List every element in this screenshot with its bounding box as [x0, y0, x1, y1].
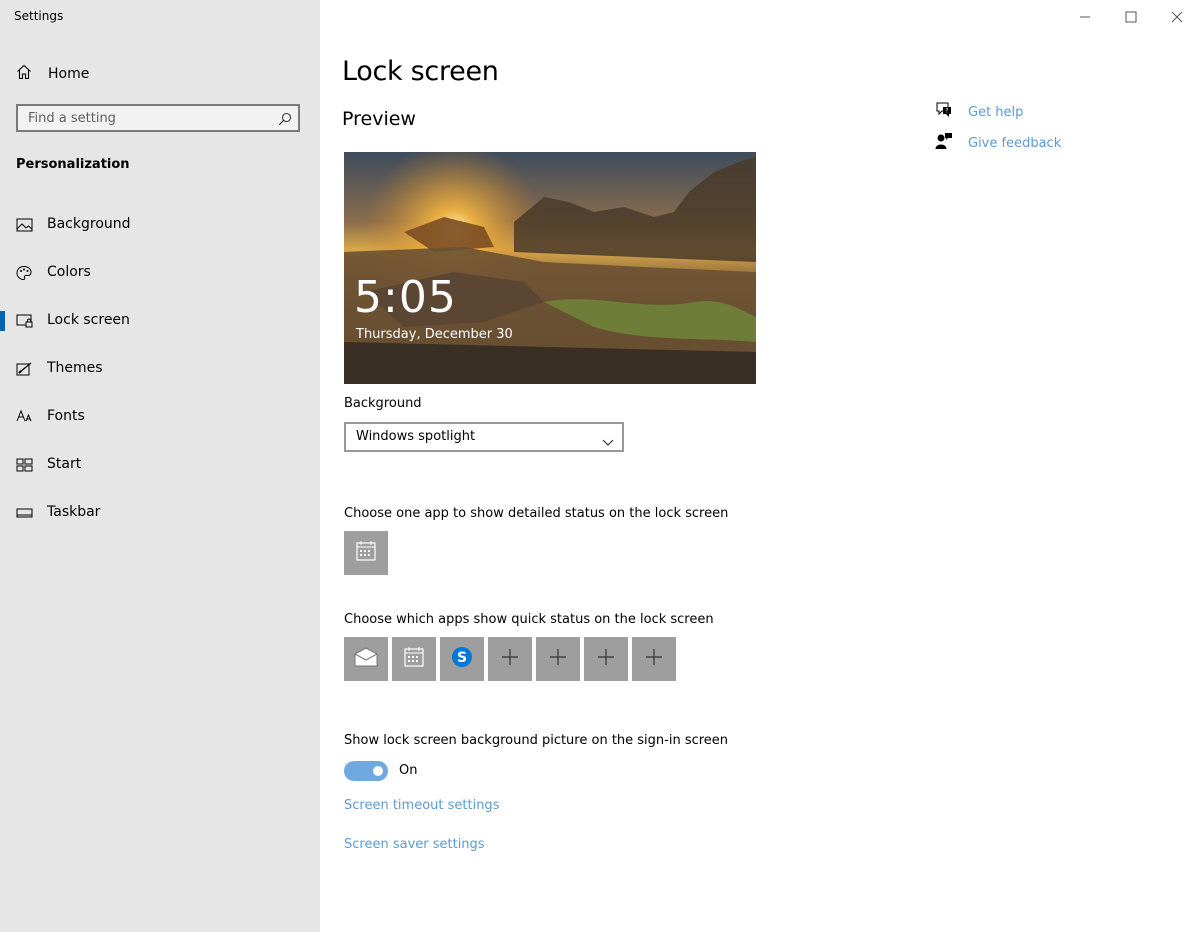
sidebar-item-label: Fonts — [47, 408, 85, 424]
toggle-knob — [373, 766, 383, 776]
search-box[interactable] — [16, 104, 300, 132]
quick-status-add-button[interactable] — [632, 637, 676, 681]
plus-icon — [501, 648, 519, 670]
help-chat-icon: ? — [935, 101, 953, 123]
image-icon — [16, 217, 34, 233]
home-icon — [16, 64, 32, 84]
preview-date: Thursday, December 30 — [356, 327, 513, 342]
preview-heading: Preview — [342, 108, 416, 130]
section-title: Personalization — [16, 157, 130, 172]
sidebar-item-background[interactable]: Background — [0, 205, 320, 245]
background-label: Background — [344, 396, 422, 411]
give-feedback-label: Give feedback — [968, 135, 1062, 151]
quick-status-label: Choose which apps show quick status on t… — [344, 612, 714, 627]
sidebar-item-fonts[interactable]: Fonts — [0, 397, 320, 437]
sidebar-item-label: Colors — [47, 264, 91, 280]
fonts-icon — [16, 409, 34, 425]
sidebar-item-label: Taskbar — [47, 504, 101, 520]
get-help-label: Get help — [968, 104, 1024, 120]
active-indicator — [0, 311, 5, 331]
get-help-link[interactable]: ? Get help — [935, 101, 1023, 123]
taskbar-icon — [16, 505, 34, 521]
palette-icon — [16, 265, 34, 281]
lock-screen-preview: 5:05 Thursday, December 30 — [344, 152, 756, 384]
toggle-state-text: On — [399, 763, 418, 778]
plus-icon — [549, 648, 567, 670]
quick-status-add-button[interactable] — [536, 637, 580, 681]
background-dropdown-value: Windows spotlight — [356, 429, 476, 444]
feedback-icon — [935, 132, 953, 154]
quick-status-app-skype[interactable]: S — [440, 637, 484, 681]
close-icon[interactable] — [1168, 8, 1186, 26]
calendar-icon — [403, 646, 425, 672]
plus-icon — [597, 648, 615, 670]
quick-status-add-button[interactable] — [584, 637, 628, 681]
svg-text:?: ? — [945, 108, 948, 115]
lock-screen-icon — [16, 313, 34, 329]
sidebar-item-taskbar[interactable]: Taskbar — [0, 493, 320, 533]
sidebar-item-label: Background — [47, 216, 131, 232]
landscape-image — [344, 152, 756, 384]
home-nav-item[interactable]: Home — [16, 63, 89, 85]
preview-time: 5:05 — [354, 272, 457, 323]
sidebar-item-label: Themes — [47, 360, 103, 376]
sidebar: Settings Home Personalization Background… — [0, 0, 320, 932]
detailed-status-label: Choose one app to show detailed status o… — [344, 506, 729, 521]
signin-background-label: Show lock screen background picture on t… — [344, 733, 729, 748]
skype-icon: S — [451, 646, 473, 672]
sidebar-item-start[interactable]: Start — [0, 445, 320, 485]
quick-status-add-button[interactable] — [488, 637, 532, 681]
page-title: Lock screen — [342, 56, 499, 87]
sidebar-item-label: Lock screen — [47, 312, 130, 328]
themes-icon — [16, 361, 34, 377]
maximize-icon[interactable] — [1122, 8, 1140, 26]
search-icon[interactable] — [278, 111, 292, 130]
sidebar-item-colors[interactable]: Colors — [0, 253, 320, 293]
chevron-down-icon — [602, 432, 614, 451]
search-input[interactable] — [18, 106, 288, 130]
screen-timeout-link[interactable]: Screen timeout settings — [344, 798, 499, 813]
quick-status-app-mail[interactable] — [344, 637, 388, 681]
start-icon — [16, 457, 34, 473]
quick-status-app-calendar[interactable] — [392, 637, 436, 681]
screen-saver-link[interactable]: Screen saver settings — [344, 837, 485, 852]
signin-background-toggle[interactable] — [344, 761, 388, 781]
home-label: Home — [48, 66, 90, 82]
calendar-icon — [355, 540, 377, 566]
detailed-status-app-button[interactable] — [344, 531, 388, 575]
sidebar-item-label: Start — [47, 456, 82, 472]
sidebar-item-themes[interactable]: Themes — [0, 349, 320, 389]
svg-text:S: S — [457, 650, 467, 666]
window-title: Settings — [14, 9, 64, 23]
background-dropdown[interactable]: Windows spotlight — [344, 422, 624, 452]
sidebar-item-lock-screen[interactable]: Lock screen — [0, 301, 320, 341]
give-feedback-link[interactable]: Give feedback — [935, 132, 1061, 154]
mail-icon — [353, 646, 379, 672]
minimize-icon[interactable] — [1076, 8, 1094, 26]
plus-icon — [645, 648, 663, 670]
